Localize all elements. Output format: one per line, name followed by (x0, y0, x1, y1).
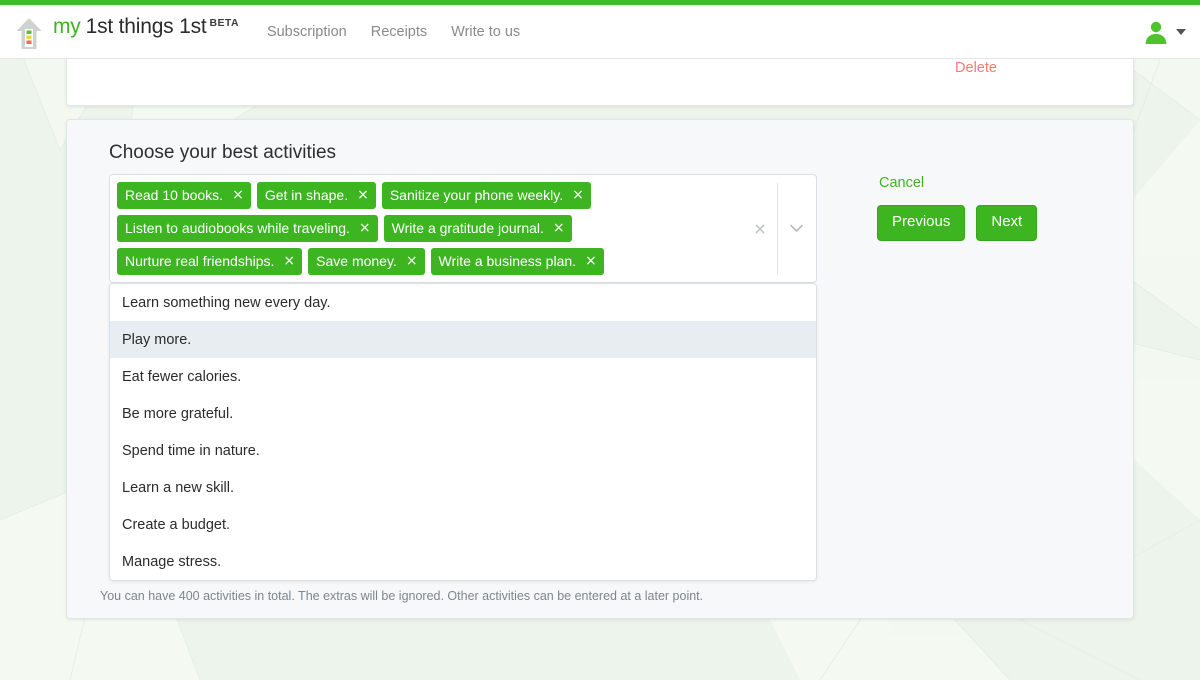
dropdown-option[interactable]: Create a budget. (110, 506, 816, 543)
page-title: Choose your best activities (109, 142, 337, 163)
nav-receipts[interactable]: Receipts (371, 24, 427, 40)
remove-tag-icon[interactable]: × (359, 221, 371, 235)
selected-tag[interactable]: Read 10 books. × (117, 182, 251, 209)
selected-tag-label: Read 10 books. (125, 187, 224, 203)
dropdown-option[interactable]: Learn a new skill. (110, 469, 816, 506)
selected-tag-label: Write a business plan. (438, 253, 577, 269)
house-logo-icon (16, 17, 42, 49)
selected-tag-label: Write a gratitude journal. (391, 220, 544, 236)
selected-tag-label: Save money. (316, 253, 397, 269)
helper-text: You can have 400 activities in total. Th… (100, 589, 704, 603)
dropdown-option[interactable]: Be more grateful. (110, 395, 816, 432)
chevron-down-glyph (789, 224, 803, 232)
dropdown-option[interactable]: Manage stress. (110, 543, 816, 580)
brand-text-my: my (53, 14, 81, 38)
selected-tag[interactable]: Write a gratitude journal. × (383, 215, 572, 242)
selected-tag-label: Nurture real friendships. (125, 253, 275, 269)
previous-button[interactable]: Previous (877, 205, 966, 241)
chevron-down-icon[interactable] (778, 224, 814, 233)
remove-tag-icon[interactable]: × (585, 254, 597, 268)
cancel-link[interactable]: Cancel (879, 175, 924, 191)
clear-all-icon[interactable]: × (743, 220, 777, 237)
remove-tag-icon[interactable]: × (572, 188, 584, 202)
selected-tag[interactable]: Listen to audiobooks while traveling. × (117, 215, 378, 242)
activities-card: Choose your best activities Read 10 book… (66, 119, 1134, 619)
selected-tag[interactable]: Write a business plan. × (430, 248, 604, 275)
selected-tag[interactable]: Sanitize your phone weekly. × (381, 182, 591, 209)
user-avatar-icon (1145, 21, 1167, 44)
selected-tag-label: Listen to audiobooks while traveling. (125, 220, 350, 236)
activities-multiselect[interactable]: Read 10 books. × Get in shape. × Sanitize yo… (109, 174, 817, 283)
remove-tag-icon[interactable]: × (232, 188, 244, 202)
brand-beta-badge: BETA (209, 16, 239, 29)
remove-tag-icon[interactable]: × (406, 254, 418, 268)
top-accent-bar (0, 0, 1200, 5)
selected-tag[interactable]: Save money. × (308, 248, 425, 275)
dropdown-option[interactable]: Eat fewer calories. (110, 358, 816, 395)
brand-text-rest: 1st things 1st (85, 14, 207, 38)
activities-dropdown-menu[interactable]: Learn something new every day. Play more.… (109, 283, 817, 581)
nav-write-to-us[interactable]: Write to us (451, 24, 520, 40)
site-header: my 1st things 1st BETA Subscription Rece… (0, 5, 1200, 59)
dropdown-option[interactable]: Spend time in nature. (110, 432, 816, 469)
selected-tags-area: Read 10 books. × Get in shape. × Sanitize yo… (110, 175, 741, 282)
remove-tag-icon[interactable]: × (553, 221, 565, 235)
remove-tag-icon[interactable]: × (357, 188, 369, 202)
selected-tag[interactable]: Nurture real friendships. × (117, 248, 303, 275)
main-navigation: Subscription Receipts Write to us (267, 24, 520, 40)
form-actions: Cancel Previous Next (877, 174, 1097, 241)
selected-tag-label: Sanitize your phone weekly. (389, 187, 564, 203)
selected-tag[interactable]: Get in shape. × (256, 182, 376, 209)
action-buttons: Previous Next (877, 205, 1097, 241)
brand-logo-link[interactable]: my 1st things 1st BETA (14, 15, 239, 49)
selected-tag-label: Get in shape. (264, 187, 349, 203)
dropdown-option[interactable]: Learn something new every day. (110, 284, 816, 321)
select-indicators: × (741, 175, 816, 282)
remove-tag-icon[interactable]: × (283, 254, 295, 268)
dropdown-option[interactable]: Play more. (110, 321, 816, 358)
delete-action-wrap: Delete (910, 59, 1042, 77)
delete-link[interactable]: Delete (955, 60, 997, 76)
next-button[interactable]: Next (976, 205, 1038, 241)
user-menu[interactable] (1143, 19, 1186, 45)
nav-subscription[interactable]: Subscription (267, 24, 347, 40)
chevron-down-icon (1176, 28, 1186, 35)
